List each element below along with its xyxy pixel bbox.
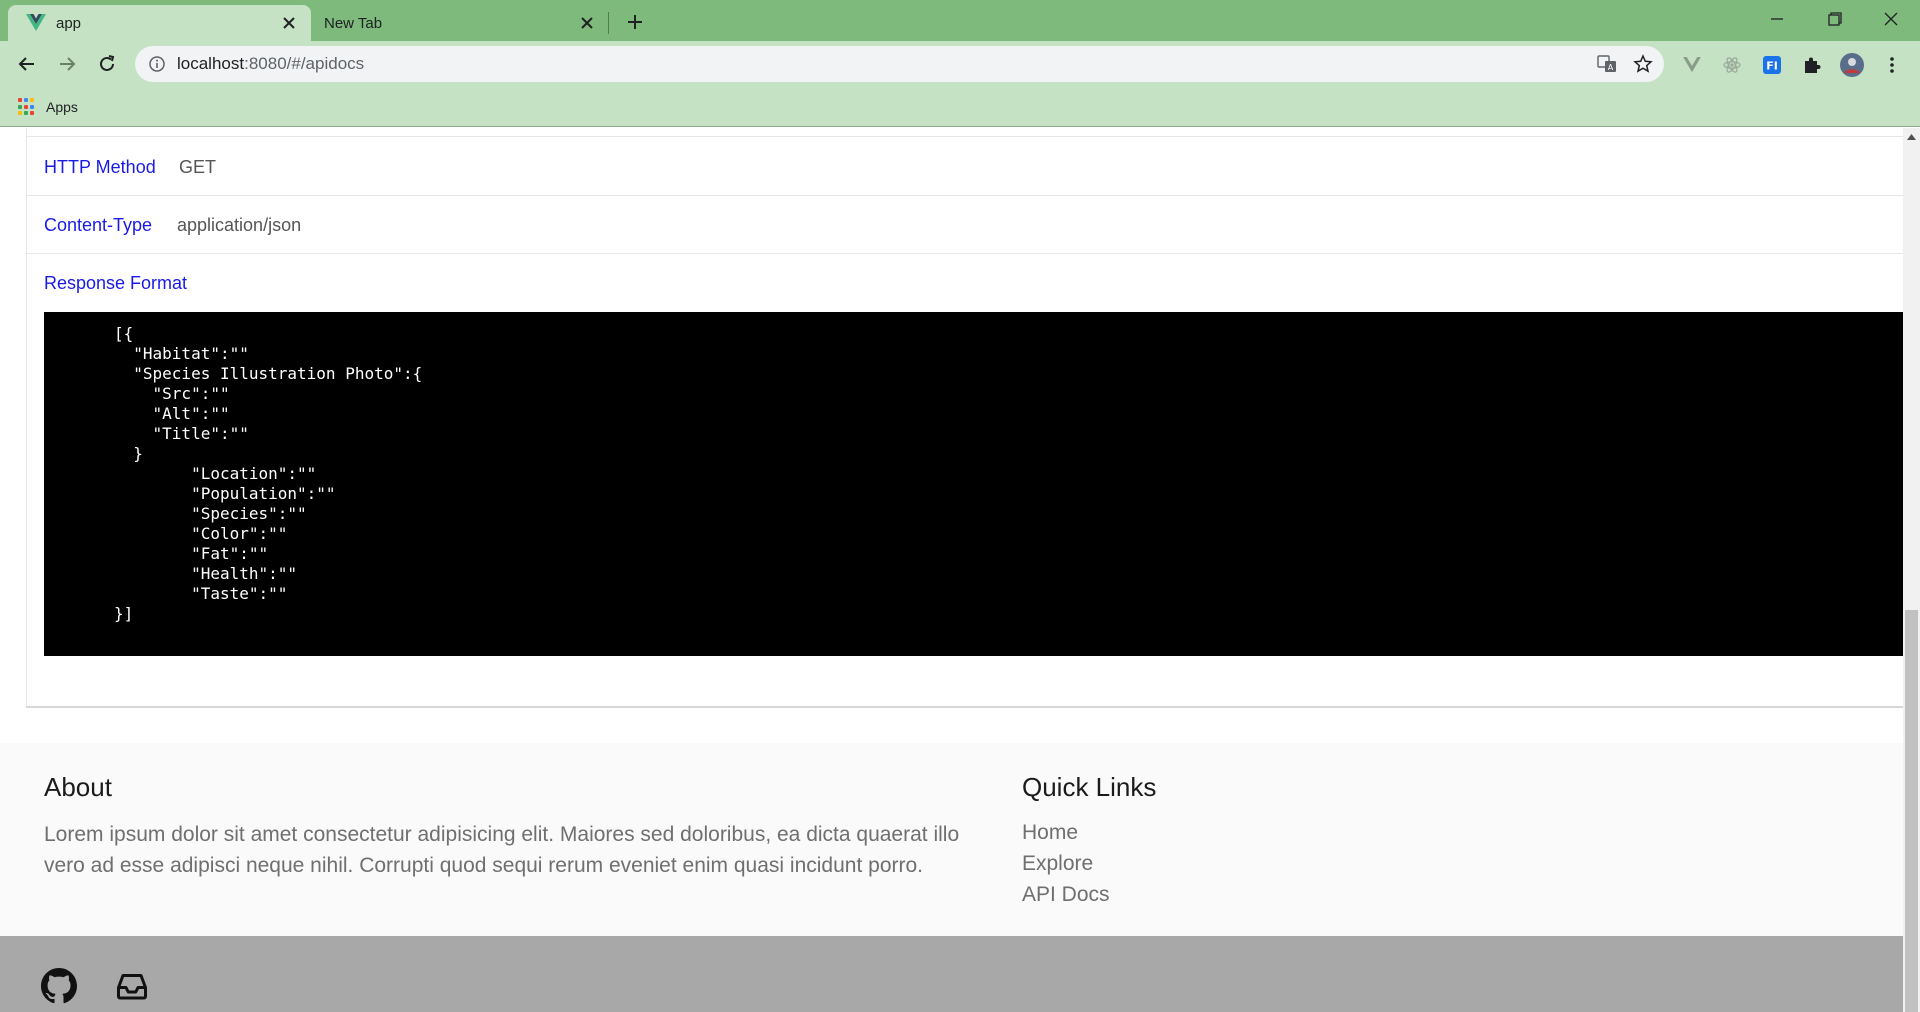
about-text: Lorem ipsum dolor sit amet consectetur a… xyxy=(44,823,960,877)
vue-devtools-icon[interactable] xyxy=(1677,50,1707,80)
browser-tabstrip: app New Tab xyxy=(0,0,1920,41)
http-method-label: HTTP Method xyxy=(44,157,156,177)
http-method-value: GET xyxy=(179,157,217,177)
svg-text:A: A xyxy=(1608,63,1614,72)
tab-separator xyxy=(608,12,609,34)
github-icon[interactable] xyxy=(39,966,79,1006)
quick-links-heading: Quick Links xyxy=(1022,772,1157,802)
address-bar[interactable]: localhost:8080/#/apidocs A xyxy=(135,46,1664,82)
bookmark-star-icon[interactable] xyxy=(1628,49,1658,79)
back-button[interactable] xyxy=(10,47,44,81)
scroll-up-arrow-icon[interactable] xyxy=(1903,128,1920,145)
page-viewport: HTTP Method GET Content-Type application… xyxy=(0,128,1903,1012)
restore-button[interactable] xyxy=(1806,0,1864,38)
tab-app[interactable]: app xyxy=(8,5,311,41)
scrollbar-thumb[interactable] xyxy=(1905,610,1918,1012)
browser-menu-icon[interactable] xyxy=(1877,50,1907,80)
site-info-icon[interactable] xyxy=(149,56,165,72)
minimize-button[interactable] xyxy=(1748,0,1806,38)
svg-text:FI: FI xyxy=(1766,60,1778,73)
extensions-puzzle-icon[interactable] xyxy=(1797,50,1827,80)
divider xyxy=(26,195,1903,196)
bookmark-apps[interactable]: Apps xyxy=(18,95,78,119)
quick-link-explore[interactable]: Explore xyxy=(1022,852,1093,876)
response-format-label: Response Format xyxy=(44,273,188,293)
close-tab-icon[interactable] xyxy=(575,11,599,35)
url-path: :8080/#/apidocs xyxy=(244,54,365,73)
url-text[interactable]: localhost:8080/#/apidocs xyxy=(177,54,1592,74)
close-tab-icon[interactable] xyxy=(277,11,301,35)
extension-fi-icon[interactable]: FI xyxy=(1757,50,1787,80)
vue-logo-icon xyxy=(26,13,46,33)
content-type-label: Content-Type xyxy=(44,215,153,235)
forward-button[interactable] xyxy=(50,47,84,81)
tab-title: New Tab xyxy=(324,14,383,32)
vertical-scrollbar[interactable] xyxy=(1903,128,1920,1012)
bookmark-apps-label: Apps xyxy=(46,99,78,115)
browser-toolbar: localhost:8080/#/apidocs A FI xyxy=(0,41,1920,87)
bookmarks-bar: Apps xyxy=(0,87,1920,127)
divider xyxy=(26,253,1903,254)
quick-link-api-docs[interactable]: API Docs xyxy=(1022,883,1110,907)
react-devtools-icon[interactable] xyxy=(1717,50,1747,80)
quick-link-home[interactable]: Home xyxy=(1022,821,1078,845)
tab-new-tab[interactable]: New Tab xyxy=(311,5,609,41)
reload-button[interactable] xyxy=(90,47,124,81)
apps-grid-icon xyxy=(18,98,36,116)
close-window-button[interactable] xyxy=(1862,0,1920,38)
new-tab-button[interactable] xyxy=(621,8,649,36)
translate-icon[interactable]: A xyxy=(1592,49,1622,79)
profile-avatar-icon[interactable] xyxy=(1837,50,1867,80)
url-host: localhost xyxy=(177,54,245,73)
about-heading: About xyxy=(44,772,112,802)
response-format-codeblock: [{ "Habitat":"" "Species Illustration Ph… xyxy=(44,312,1903,656)
response-format-code: [{ "Habitat":"" "Species Illustration Ph… xyxy=(114,324,423,623)
footer-social-bar xyxy=(0,936,1903,1012)
content-type-value: application/json xyxy=(177,215,302,235)
tab-title: app xyxy=(56,14,82,32)
inbox-icon[interactable] xyxy=(112,966,152,1006)
divider xyxy=(26,136,1903,137)
